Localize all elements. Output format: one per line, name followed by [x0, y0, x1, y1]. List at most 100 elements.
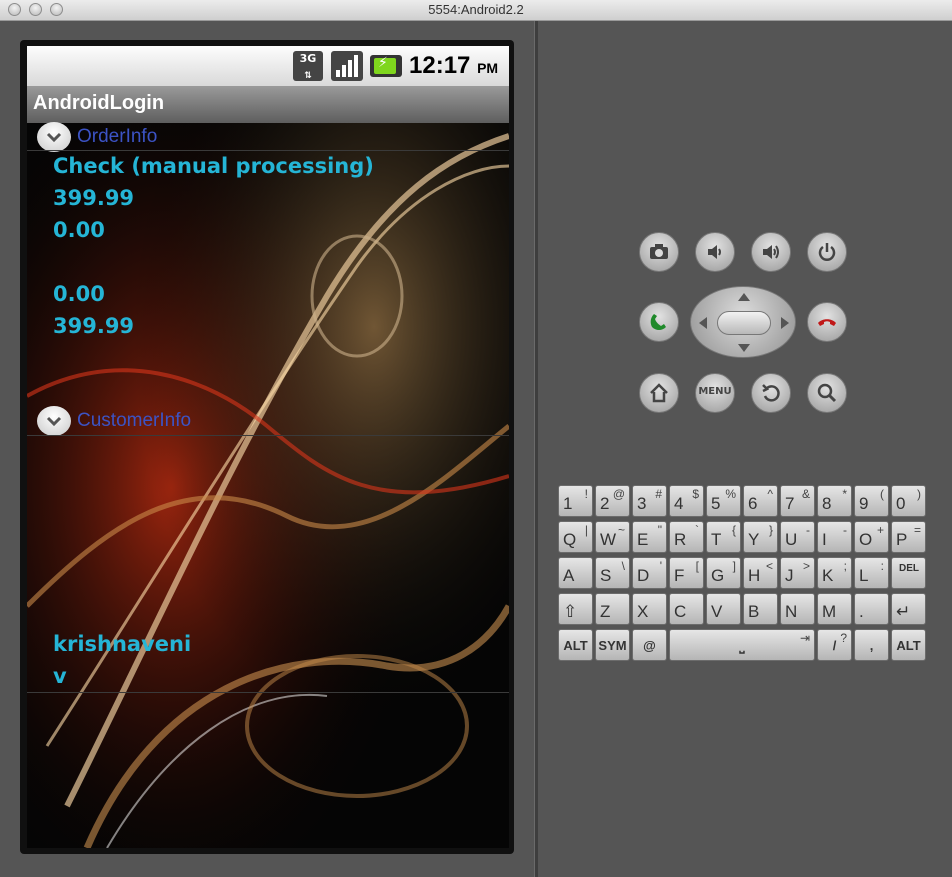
key-3-0[interactable]: ⇧	[558, 593, 593, 625]
key-label: 1	[563, 494, 573, 513]
dpad-center-button[interactable]	[717, 311, 771, 335]
key-0-4[interactable]: 5%	[706, 485, 741, 517]
key-label: S	[600, 566, 612, 585]
key-1-5[interactable]: Y}	[743, 521, 778, 553]
key-0-7[interactable]: 8 *	[817, 485, 852, 517]
key-3-9[interactable]: ↵	[891, 593, 926, 625]
key-1-1[interactable]: W ~	[595, 521, 630, 553]
chevron-down-icon[interactable]	[37, 122, 71, 152]
key-2-0[interactable]: A	[558, 557, 593, 589]
dpad-down-icon[interactable]	[738, 344, 750, 352]
key-2-8[interactable]: L:	[854, 557, 889, 589]
key-3-7[interactable]: M	[817, 593, 852, 625]
key-2-2[interactable]: D '	[632, 557, 667, 589]
key-label: 0	[896, 494, 906, 513]
key-1-6[interactable]: U-	[780, 521, 815, 553]
volume-up-button[interactable]	[751, 232, 791, 272]
key-sublabel: +	[876, 523, 884, 537]
alt-left-key[interactable]: ALT	[558, 629, 593, 661]
key-label: 7	[785, 494, 795, 513]
key-0-5[interactable]: 6 ^	[743, 485, 778, 517]
key-label: 8	[822, 494, 832, 513]
key-2-4[interactable]: G]	[706, 557, 741, 589]
menu-button[interactable]: MENU	[695, 373, 735, 413]
dpad-up-icon[interactable]	[738, 293, 750, 301]
slash-key[interactable]: /?	[817, 629, 852, 661]
key-0-9[interactable]: 0)	[891, 485, 926, 517]
back-button[interactable]	[751, 373, 791, 413]
key-sublabel: <	[765, 559, 773, 573]
key-label: B	[748, 602, 760, 621]
customer-info-bottom-divider	[27, 692, 509, 693]
key-sublabel: (	[880, 487, 884, 501]
key-sublabel: -	[806, 523, 810, 537]
key-1-7[interactable]: I-	[817, 521, 852, 553]
key-3-3[interactable]: C	[669, 593, 704, 625]
key-sublabel: [	[695, 559, 699, 573]
volume-down-button[interactable]	[695, 232, 735, 272]
key-2-1[interactable]: S \	[595, 557, 630, 589]
key-3-1[interactable]: Z	[595, 593, 630, 625]
key-sublabel: |	[584, 523, 588, 537]
key-label: L	[859, 566, 869, 585]
key-2-9[interactable]: DEL	[891, 557, 926, 589]
key-0-8[interactable]: 9(	[854, 485, 889, 517]
key-0-1[interactable]: 2 @	[595, 485, 630, 517]
key-1-9[interactable]: P =	[891, 521, 926, 553]
key-2-3[interactable]: F[	[669, 557, 704, 589]
camera-button[interactable]	[639, 232, 679, 272]
search-button[interactable]	[807, 373, 847, 413]
key-3-6[interactable]: N	[780, 593, 815, 625]
key-label: 2	[600, 494, 610, 513]
key-label: ↵	[896, 602, 911, 621]
key-0-0[interactable]: 1!	[558, 485, 593, 517]
key-0-6[interactable]: 7 &	[780, 485, 815, 517]
order-info-header[interactable]: OrderInfo	[27, 122, 509, 152]
key-sublabel: ~	[617, 523, 625, 537]
key-3-2[interactable]: X	[632, 593, 667, 625]
key-label: .	[859, 602, 864, 621]
call-button[interactable]	[639, 302, 679, 342]
home-button[interactable]	[639, 373, 679, 413]
key-1-4[interactable]: T{	[706, 521, 741, 553]
order-tax: 0.00	[53, 218, 105, 242]
key-3-8[interactable]: .	[854, 593, 889, 625]
key-3-5[interactable]: B	[743, 593, 778, 625]
chevron-down-icon[interactable]	[37, 406, 71, 436]
key-1-0[interactable]: Q |	[558, 521, 593, 553]
end-call-button[interactable]	[807, 302, 847, 342]
key-1-2[interactable]: E "	[632, 521, 667, 553]
key-sublabel: $	[692, 487, 699, 501]
key-label: 5	[711, 494, 721, 513]
dpad-left-icon[interactable]	[699, 317, 707, 329]
key-label: D	[637, 566, 650, 585]
key-1-3[interactable]: R `	[669, 521, 704, 553]
dpad[interactable]	[690, 286, 796, 358]
key-2-6[interactable]: J >	[780, 557, 815, 589]
at-key[interactable]: @	[632, 629, 667, 661]
comma-key[interactable]: ,	[854, 629, 889, 661]
order-info-divider	[27, 150, 509, 151]
key-label: ⎵	[739, 638, 745, 653]
phone-red-icon	[818, 319, 836, 326]
key-sublabel: )	[917, 487, 921, 501]
key-3-4[interactable]: V	[706, 593, 741, 625]
phone-green-icon	[650, 314, 666, 330]
alt-right-key[interactable]: ALT	[891, 629, 926, 661]
key-label: N	[785, 602, 798, 621]
space-key[interactable]: ⎵ ⇥	[669, 629, 815, 661]
power-button[interactable]	[807, 232, 847, 272]
key-2-5[interactable]: H <	[743, 557, 778, 589]
key-sublabel: >	[802, 559, 810, 573]
3g-network-icon: 3G ⇅	[293, 51, 323, 81]
customer-info-header[interactable]: CustomerInfo	[27, 406, 509, 436]
key-2-7[interactable]: K;	[817, 557, 852, 589]
dpad-right-icon[interactable]	[781, 317, 789, 329]
key-0-3[interactable]: 4 $	[669, 485, 704, 517]
key-sublabel: @	[612, 487, 625, 501]
sym-key[interactable]: SYM	[595, 629, 630, 661]
key-1-8[interactable]: O +	[854, 521, 889, 553]
phone-screen[interactable]: 3G ⇅ ⚡ 12:17 PM AndroidLogin OrderInfo Ch…	[27, 46, 509, 848]
key-label: T	[711, 530, 722, 549]
key-0-2[interactable]: 3 #	[632, 485, 667, 517]
